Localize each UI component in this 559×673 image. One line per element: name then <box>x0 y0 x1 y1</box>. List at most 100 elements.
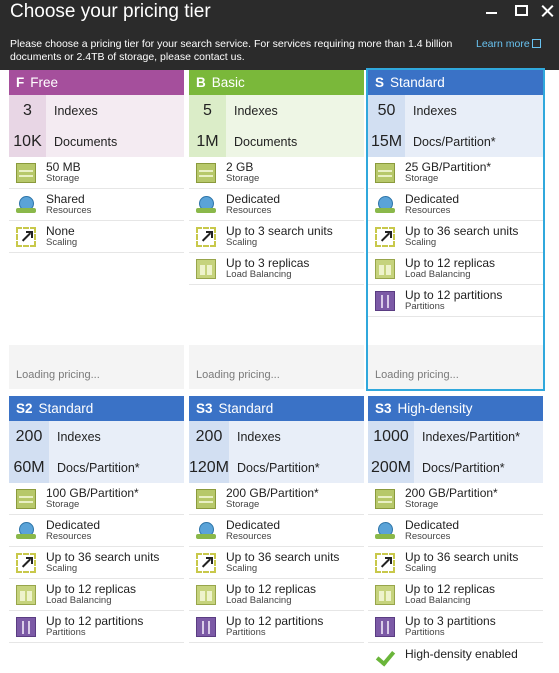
feature-label: Resources <box>46 530 92 542</box>
feature-label: Partitions <box>226 626 266 638</box>
resource-icon <box>196 195 216 215</box>
indexes-value: 1000 <box>368 421 414 452</box>
maximize-icon[interactable] <box>510 0 532 22</box>
tier-code: S3 <box>375 401 392 416</box>
feature-label: Load Balancing <box>405 268 471 280</box>
feature-value: Dedicated <box>226 517 281 532</box>
feature-value: Up to 3 search units <box>226 223 333 238</box>
indexes-row: 5 Indexes <box>189 95 364 126</box>
indexes-label: Indexes <box>237 429 281 444</box>
feature-value: Up to 12 replicas <box>405 255 496 270</box>
feature-row: Dedicated Resources <box>368 515 543 547</box>
feature-label: Scaling <box>46 236 78 248</box>
feature-value: 200 GB/Partition* <box>405 485 498 500</box>
feature-row: Up to 12 partitions Partitions <box>368 285 543 317</box>
feature-label: Storage <box>226 172 260 184</box>
scaling-icon <box>375 552 395 573</box>
learn-more-link[interactable]: Learn more <box>476 38 541 50</box>
documents-row: 15M Docs/Partition* <box>368 126 543 157</box>
tier-header: B Basic <box>189 70 364 95</box>
documents-row: 120M Docs/Partition* <box>189 452 364 483</box>
feature-row: Up to 36 search units Scaling <box>368 547 543 579</box>
tier-header: S3 Standard <box>189 396 364 421</box>
feature-row: Up to 12 replicas Load Balancing <box>9 579 184 611</box>
documents-value: 15M <box>368 126 405 157</box>
documents-row: 10K Documents <box>9 126 184 157</box>
feature-value: Up to 12 replicas <box>226 581 317 596</box>
storage-icon <box>196 162 216 183</box>
replica-icon <box>16 584 36 605</box>
indexes-row: 200 Indexes <box>9 421 184 452</box>
indexes-row: 3 Indexes <box>9 95 184 126</box>
feature-row: Up to 12 partitions Partitions <box>9 611 184 643</box>
feature-row: Up to 12 replicas Load Balancing <box>368 579 543 611</box>
feature-value: None <box>46 223 75 238</box>
minimize-icon[interactable] <box>481 0 503 22</box>
indexes-value: 200 <box>9 421 49 452</box>
resource-icon <box>16 195 36 215</box>
tier-header: S2 Standard <box>9 396 184 421</box>
storage-icon <box>375 162 395 183</box>
indexes-label: Indexes <box>57 429 101 444</box>
feature-label: Resources <box>46 204 92 216</box>
indexes-row: 50 Indexes <box>368 95 543 126</box>
feature-value: Up to 12 partitions <box>46 613 144 628</box>
tier-name: Standard <box>38 401 94 416</box>
partition-icon <box>375 290 395 311</box>
feature-row: 200 GB/Partition* Storage <box>189 483 364 515</box>
feature-value: Up to 36 search units <box>405 549 519 564</box>
tier-code: S2 <box>16 401 33 416</box>
tier-card-s3-standard[interactable]: S3 Standard 200 Indexes 120M Docs/Partiti… <box>189 396 364 673</box>
replica-icon <box>375 584 395 605</box>
documents-value: 1M <box>189 126 226 157</box>
feature-row: Up to 36 search units Scaling <box>9 547 184 579</box>
documents-label: Docs/Partition* <box>57 460 140 475</box>
feature-label: Load Balancing <box>405 594 471 606</box>
pricing-area <box>9 345 184 389</box>
feature-value: Dedicated <box>46 517 101 532</box>
documents-value: 10K <box>9 126 46 157</box>
tier-card-free[interactable]: F Free 3 Indexes 10K Documents 50 MB Stora… <box>9 70 184 389</box>
indexes-row: 200 Indexes <box>189 421 364 452</box>
loading-pricing: Loading pricing... <box>196 369 280 381</box>
feature-row: 25 GB/Partition* Storage <box>368 157 543 189</box>
partition-icon <box>16 616 36 637</box>
tier-card-basic[interactable]: B Basic 5 Indexes 1M Documents 2 GB Storag… <box>189 70 364 389</box>
documents-label: Documents <box>54 134 118 149</box>
storage-icon <box>16 488 36 509</box>
feature-value: 100 GB/Partition* <box>46 485 139 500</box>
documents-row: 200M Docs/Partition* <box>368 452 543 483</box>
feature-label: Partitions <box>46 626 86 638</box>
tier-card-standard[interactable]: S Standard 50 Indexes 15M Docs/Partition*… <box>366 68 545 391</box>
close-icon[interactable] <box>537 0 559 22</box>
scaling-icon <box>196 552 216 573</box>
resource-icon <box>16 521 36 541</box>
feature-label: Storage <box>226 498 260 510</box>
tier-header: S Standard <box>368 70 543 95</box>
feature-row: 200 GB/Partition* Storage <box>368 483 543 515</box>
tier-card-s3-high-density[interactable]: S3 High-density 1000 Indexes/Partition* 2… <box>368 396 543 673</box>
feature-label: Partitions <box>405 626 445 638</box>
feature-value: Up to 3 partitions <box>405 613 496 628</box>
scaling-icon <box>16 552 36 573</box>
loading-pricing: Loading pricing... <box>375 369 459 381</box>
feature-value: 25 GB/Partition* <box>405 159 492 174</box>
feature-value: 50 MB <box>46 159 81 174</box>
feature-label: Load Balancing <box>46 594 112 606</box>
feature-row: None Scaling <box>9 221 184 253</box>
documents-value: 60M <box>9 452 49 483</box>
replica-icon <box>196 584 216 605</box>
feature-row: Shared Resources <box>9 189 184 221</box>
documents-value: 200M <box>368 452 414 483</box>
resource-icon <box>375 195 395 215</box>
feature-row: Dedicated Resources <box>9 515 184 547</box>
feature-label: Resources <box>226 530 272 542</box>
tier-name: Standard <box>390 75 445 90</box>
feature-label: Load Balancing <box>226 268 292 280</box>
blade-header: Choose your pricing tier Please choose a… <box>0 0 559 70</box>
feature-label: Storage <box>46 498 80 510</box>
tier-card-s2-standard[interactable]: S2 Standard 200 Indexes 60M Docs/Partitio… <box>9 396 184 673</box>
replica-icon <box>196 258 216 279</box>
tier-code: B <box>196 75 206 90</box>
partition-icon <box>196 616 216 637</box>
